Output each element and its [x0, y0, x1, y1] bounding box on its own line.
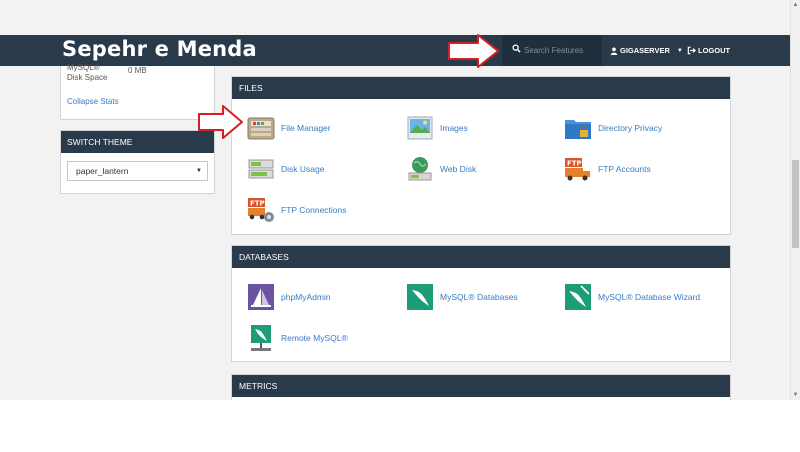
metrics-group: METRICS	[231, 374, 731, 400]
stat-value: 0 MB	[128, 66, 147, 75]
remote-mysql-label: Remote MySQL®	[281, 333, 348, 343]
disk-usage-icon	[248, 159, 274, 179]
file-manager-label: File Manager	[281, 123, 331, 133]
theme-select-value: paper_lantern	[76, 166, 129, 176]
collapse-stats-link[interactable]: Collapse Stats	[67, 97, 119, 106]
web-disk-label: Web Disk	[440, 164, 477, 174]
mysql-databases-link[interactable]: MySQL® Databases	[406, 283, 518, 311]
directory-privacy-link[interactable]: Directory Privacy	[564, 114, 662, 142]
switch-theme-panel: SWITCH THEME paper_lantern ▼	[60, 130, 215, 194]
bottom-margin	[0, 400, 800, 452]
svg-text:FTP: FTP	[567, 160, 582, 168]
annotation-arrow-right-icon	[198, 105, 243, 139]
disk-usage-label: Disk Usage	[281, 164, 325, 174]
scroll-up-icon[interactable]: ▲	[791, 0, 800, 10]
search-features-input[interactable]	[524, 43, 598, 57]
phpmyadmin-link[interactable]: phpMyAdmin	[247, 283, 331, 311]
images-link[interactable]: Images	[406, 114, 468, 142]
logout-icon	[687, 46, 696, 55]
mysql-database-wizard-link[interactable]: MySQL® Database Wizard	[564, 283, 700, 311]
scrollbar-thumb[interactable]	[792, 160, 799, 248]
ftp-connections-link[interactable]: FTP FTP Connections	[247, 196, 347, 224]
mysql-database-wizard-label: MySQL® Database Wizard	[598, 292, 701, 302]
chevron-down-icon: ▼	[196, 168, 202, 174]
logout-label: LOGOUT	[698, 46, 731, 55]
stats-panel: MySQL® Disk Space 0 MB Collapse Stats	[60, 63, 215, 120]
file-manager-link[interactable]: File Manager	[247, 114, 331, 142]
files-group: FILES File Manager Images Directory Priv…	[231, 76, 731, 235]
ftp-accounts-label: FTP Accounts	[598, 164, 651, 174]
web-disk-link[interactable]: Web Disk	[406, 155, 476, 183]
databases-group: DATABASES phpMyAdmin MySQL® Databases My…	[231, 245, 731, 362]
annotation-arrow-right-icon	[448, 34, 499, 68]
search-features-box[interactable]	[502, 35, 602, 66]
ftp-accounts-link[interactable]: FTP FTP Accounts	[564, 155, 651, 183]
user-icon	[610, 47, 618, 55]
scroll-down-icon[interactable]: ▼	[791, 390, 800, 400]
username-label: GIGASERVER	[620, 46, 670, 55]
mysql-databases-label: MySQL® Databases	[440, 292, 518, 302]
chevron-down-icon: ▼	[676, 47, 683, 54]
directory-privacy-icon	[565, 120, 591, 139]
remote-mysql-link[interactable]: Remote MySQL®	[247, 324, 348, 352]
ftp-connections-label: FTP Connections	[281, 205, 347, 215]
images-label: Images	[440, 123, 468, 133]
ftp-connections-icon: FTP	[248, 198, 274, 222]
remote-mysql-icon	[251, 325, 271, 351]
files-group-title: FILES	[232, 77, 730, 99]
disk-usage-link[interactable]: Disk Usage	[247, 155, 324, 183]
page-scrollbar[interactable]: ▲ ▼	[790, 0, 800, 400]
theme-select[interactable]: paper_lantern ▼	[67, 161, 208, 181]
metrics-group-title: METRICS	[232, 375, 730, 397]
directory-privacy-label: Directory Privacy	[598, 123, 663, 133]
switch-theme-title: SWITCH THEME	[61, 131, 214, 153]
phpmyadmin-icon	[248, 284, 274, 310]
mysql-database-wizard-icon	[565, 284, 591, 310]
user-menu[interactable]: GIGASERVER ▼	[610, 35, 683, 66]
svg-text:FTP: FTP	[250, 200, 265, 208]
logout-button[interactable]: LOGOUT	[687, 35, 730, 66]
images-icon	[407, 116, 433, 140]
brand-title: Sepehr e Menda	[62, 37, 257, 61]
mysql-databases-icon	[407, 284, 433, 310]
ftp-accounts-icon: FTP	[565, 158, 590, 181]
search-icon	[512, 44, 521, 53]
stat-label: MySQL® Disk Space	[67, 63, 108, 82]
web-disk-icon	[408, 157, 432, 181]
databases-group-title: DATABASES	[232, 246, 730, 268]
page-viewport: Sepehr e Menda GIGASERVER ▼ LOGOUT MySQL…	[0, 0, 790, 400]
phpmyadmin-label: phpMyAdmin	[281, 292, 331, 302]
file-manager-icon	[247, 117, 275, 140]
